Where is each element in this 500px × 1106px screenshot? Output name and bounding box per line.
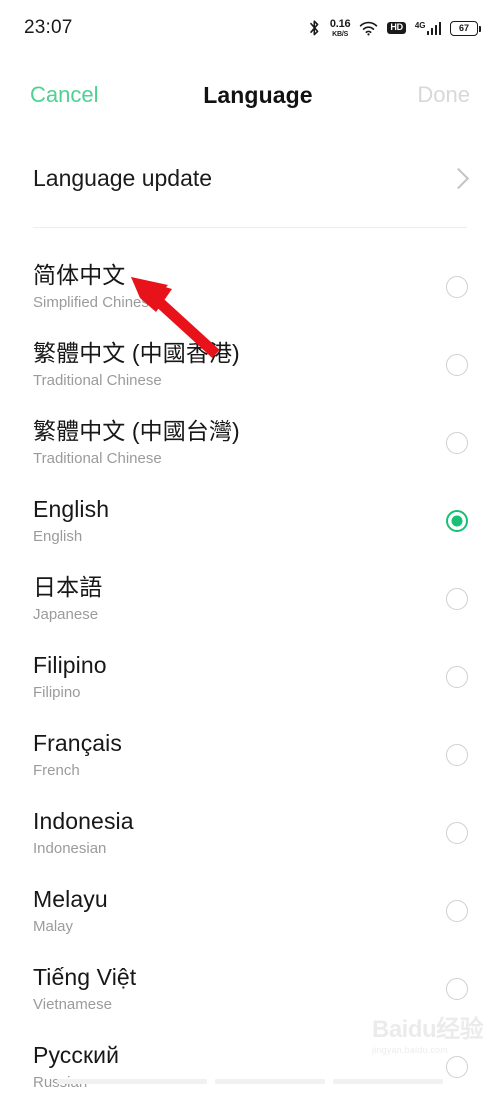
network-speed-value: 0.16 bbox=[329, 17, 351, 30]
nav-segment-home[interactable] bbox=[215, 1078, 325, 1084]
language-row-labels: Tiếng Việt Vietnamese bbox=[33, 964, 136, 1015]
language-row[interactable]: 繁體中文 (中國台灣) Traditional Chinese bbox=[0, 404, 500, 482]
language-row[interactable]: РусскийRussian bbox=[0, 1028, 500, 1106]
language-row-labels: 简体中文 Simplified Chinese bbox=[33, 262, 157, 313]
language-native-name: 繁體中文 (中國香港) bbox=[33, 339, 240, 366]
language-english-name: Malay bbox=[33, 917, 74, 935]
language-row-labels: Melayu Malay bbox=[33, 886, 108, 937]
battery-level-label: 67 bbox=[458, 22, 469, 33]
language-row-labels: Indonesia Indonesian bbox=[33, 808, 134, 859]
language-row-labels: РусскийRussian bbox=[33, 1042, 119, 1093]
hd-voice-icon: HD bbox=[387, 22, 406, 34]
language-row-labels: Filipino Filipino bbox=[33, 652, 107, 703]
status-icons: 0.16 KB/S HD 4G 67 bbox=[308, 17, 481, 38]
section-divider bbox=[33, 227, 467, 228]
language-row[interactable]: Tiếng Việt Vietnamese bbox=[0, 950, 500, 1028]
language-row-labels: English English bbox=[33, 496, 109, 547]
page-header: Cancel Language Done bbox=[0, 56, 500, 134]
radio-button[interactable] bbox=[446, 744, 468, 766]
radio-button[interactable] bbox=[446, 276, 468, 298]
radio-button[interactable] bbox=[446, 588, 468, 610]
language-row-labels: 繁體中文 (中國香港) Traditional Chinese bbox=[33, 340, 240, 391]
language-native-name: 繁體中文 (中國台灣) bbox=[33, 417, 240, 444]
language-row[interactable]: 繁體中文 (中國香港) Traditional Chinese bbox=[0, 326, 500, 404]
language-native-name: English bbox=[33, 495, 110, 522]
radio-button[interactable] bbox=[446, 666, 468, 688]
page-title: Language bbox=[203, 81, 313, 108]
network-speed-unit: KB/S bbox=[332, 30, 349, 38]
language-native-name: Tiếng Việt bbox=[33, 963, 137, 990]
language-english-name: Indonesian bbox=[33, 839, 107, 857]
wifi-icon bbox=[360, 21, 378, 35]
bluetooth-icon bbox=[310, 20, 319, 36]
language-row-labels: 日本語 Japanese bbox=[33, 574, 102, 625]
language-native-name: Melayu bbox=[33, 885, 108, 912]
language-update-row[interactable]: Language update bbox=[0, 140, 500, 216]
network-speed-indicator: 0.16 KB/S bbox=[329, 17, 351, 38]
language-row[interactable]: Français French bbox=[0, 716, 500, 794]
nav-segment-back[interactable] bbox=[57, 1078, 207, 1084]
signal-bars bbox=[426, 21, 441, 35]
radio-button-selected[interactable] bbox=[446, 510, 468, 532]
nav-segment-recents[interactable] bbox=[333, 1078, 443, 1084]
chevron-right-icon bbox=[447, 167, 470, 189]
signal-network-type-label: 4G bbox=[414, 20, 426, 30]
language-english-name: Simplified Chinese bbox=[33, 293, 158, 311]
language-row[interactable]: Filipino Filipino bbox=[0, 638, 500, 716]
cellular-signal-icon: 4G bbox=[414, 20, 441, 35]
cancel-button[interactable]: Cancel bbox=[30, 82, 98, 108]
language-row[interactable]: 简体中文 Simplified Chinese bbox=[0, 248, 500, 326]
language-row-labels: Français French bbox=[33, 730, 122, 781]
language-english-name: Vietnamese bbox=[33, 995, 112, 1013]
system-navigation-bar bbox=[0, 1078, 500, 1084]
battery-icon: 67 bbox=[450, 20, 481, 36]
language-list: 简体中文 Simplified Chinese 繁體中文 (中國香港) Traditi… bbox=[0, 248, 500, 1106]
radio-button[interactable] bbox=[446, 900, 468, 922]
language-native-name: 日本語 bbox=[33, 573, 103, 600]
language-native-name: Français bbox=[33, 729, 122, 756]
radio-button[interactable] bbox=[446, 354, 468, 376]
language-row[interactable]: English English bbox=[0, 482, 500, 560]
language-native-name: Filipino bbox=[33, 651, 107, 678]
language-row[interactable]: Melayu Malay bbox=[0, 872, 500, 950]
language-english-name: Traditional Chinese bbox=[33, 449, 162, 467]
language-native-name: Indonesia bbox=[33, 807, 134, 834]
radio-button[interactable] bbox=[446, 978, 468, 1000]
language-english-name: Japanese bbox=[33, 605, 99, 623]
language-english-name: Filipino bbox=[33, 683, 81, 701]
status-clock: 23:07 bbox=[24, 17, 73, 38]
done-button[interactable]: Done bbox=[417, 82, 470, 108]
language-row-labels: 繁體中文 (中國台灣) Traditional Chinese bbox=[33, 418, 240, 469]
language-row[interactable]: Indonesia Indonesian bbox=[0, 794, 500, 872]
language-update-label: Language update bbox=[33, 164, 213, 191]
radio-button[interactable] bbox=[446, 822, 468, 844]
radio-button[interactable] bbox=[446, 432, 468, 454]
language-row[interactable]: 日本語 Japanese bbox=[0, 560, 500, 638]
language-native-name: 简体中文 bbox=[33, 261, 126, 288]
language-english-name: French bbox=[33, 761, 80, 779]
language-native-name: Русский bbox=[33, 1041, 120, 1068]
language-english-name: English bbox=[33, 527, 83, 545]
language-english-name: Traditional Chinese bbox=[33, 371, 162, 389]
status-bar: 23:07 0.16 KB/S HD 4G 67 bbox=[0, 0, 500, 56]
radio-button[interactable] bbox=[446, 1056, 468, 1078]
